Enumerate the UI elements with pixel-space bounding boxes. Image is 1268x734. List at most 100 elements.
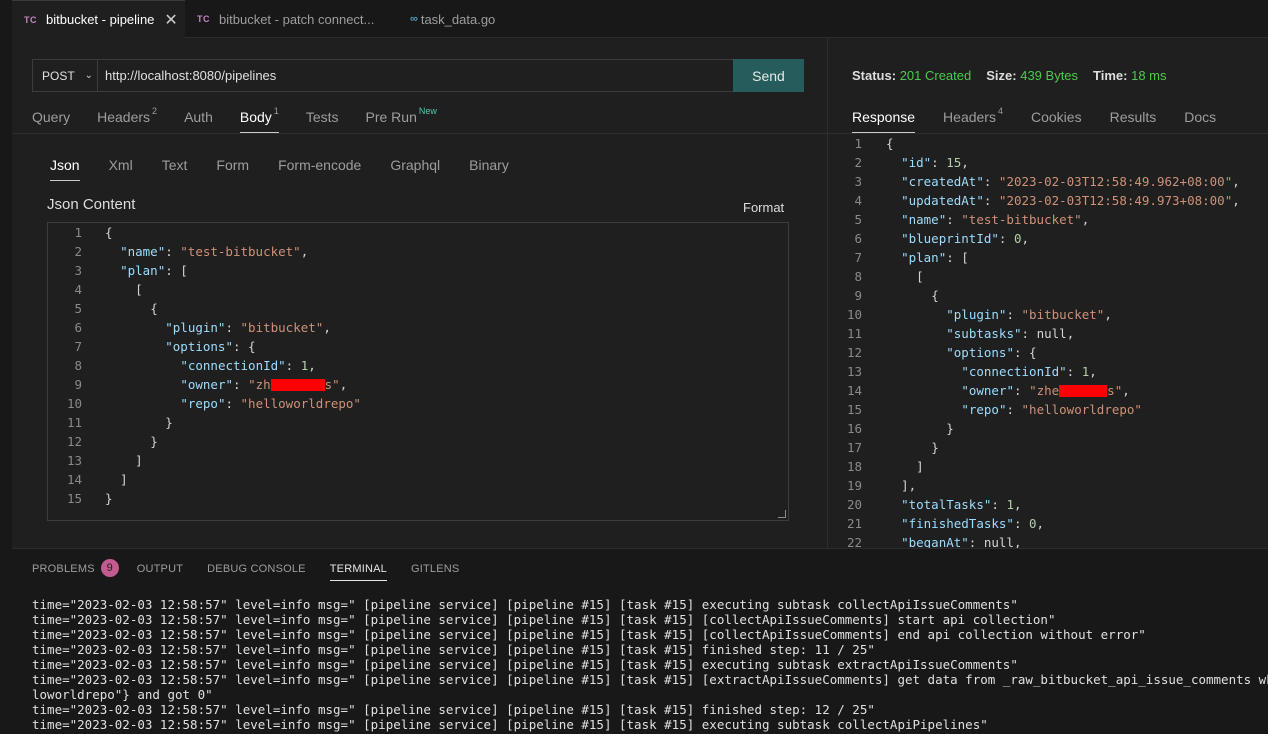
code-line: 18 ] <box>846 459 924 474</box>
code-line: 13 "connectionId": 1, <box>846 364 1097 379</box>
json-content-label: Json Content <box>47 196 136 213</box>
code-line: 13 ] <box>66 453 143 468</box>
tab-label: Headers <box>97 109 151 125</box>
body-tab-text[interactable]: Text <box>162 157 188 181</box>
panel-tabs: PROBLEMS 9 OUTPUT DEBUG CONSOLE TERMINAL … <box>32 559 483 584</box>
tab-query[interactable]: Query <box>32 109 70 133</box>
url-bar: POST ⌄ Send <box>32 59 804 92</box>
tab-task-data-go[interactable]: ∞ task_data.go <box>398 0 528 38</box>
response-tabs: Response Headers 4 Cookies Results Docs <box>852 106 1244 133</box>
close-icon[interactable]: ✕ <box>164 10 177 30</box>
size-group: Size: 439 Bytes <box>986 68 1078 83</box>
terminal-line: time="2023-02-03 12:58:57" level=info ms… <box>32 717 988 732</box>
redaction-mark <box>270 378 325 391</box>
tab-label: Body <box>239 109 272 125</box>
body-tab-form-encode[interactable]: Form-encode <box>278 157 361 181</box>
new-badge: New <box>418 106 437 116</box>
code-line: 6 "plugin": "bitbucket", <box>74 320 331 335</box>
json-body-editor[interactable]: 1{2 "name": "test-bitbucket", 3 "plan": [… <box>47 222 789 521</box>
tab-count: 1 <box>273 106 279 116</box>
format-button[interactable]: Format <box>743 200 784 215</box>
code-line: 10 "plugin": "bitbucket", <box>846 307 1112 322</box>
tab-body[interactable]: Body 1 <box>239 106 279 133</box>
code-line: 8 "connectionId": 1, <box>74 358 316 373</box>
tab-bitbucket-patch-connection[interactable]: TC bitbucket - patch connect... <box>185 0 390 38</box>
code-line: 1{ <box>74 225 113 240</box>
body-tab-form[interactable]: Form <box>216 157 249 181</box>
tab-label: Response <box>852 109 916 125</box>
thunder-client-icon: TC <box>24 14 37 25</box>
tab-response-headers[interactable]: Headers 4 <box>943 106 1003 133</box>
request-tabs: Query Headers 2 Auth Body 1 Tests Pre Run N… <box>32 106 464 133</box>
tab-label: Pre Run <box>365 109 417 125</box>
body-tab-binary[interactable]: Binary <box>469 157 509 181</box>
terminal-line: time="2023-02-03 12:58:57" level=info ms… <box>32 642 875 657</box>
code-line: 10 "repo": "helloworldrepo" <box>66 396 361 411</box>
size-value: 439 Bytes <box>1020 68 1079 83</box>
request-pane: POST ⌄ Send Query Headers2 Auth Body1 Te… <box>12 38 827 548</box>
method-select[interactable]: POST ⌄ <box>33 60 98 91</box>
code-line: 20 "totalTasks": 1, <box>846 497 1022 512</box>
tab-label: Cookies <box>1030 109 1082 125</box>
code-line: 11 } <box>66 415 173 430</box>
panel-tab-terminal[interactable]: TERMINAL <box>329 563 388 581</box>
status-label: Status: <box>852 68 897 83</box>
tab-count: 2 <box>152 106 158 116</box>
code-line: 5 { <box>74 301 158 316</box>
body-type-tabs: Json Xml Text Form Form-encode Graphql B… <box>50 157 538 181</box>
tab-bitbucket-pipeline[interactable]: TC bitbucket - pipeline ✕ <box>12 0 185 38</box>
activity-strip <box>0 0 12 734</box>
code-line: 19 ], <box>846 478 917 493</box>
body-tab-json[interactable]: Json <box>50 157 80 181</box>
divider <box>12 133 827 134</box>
resize-handle[interactable] <box>778 510 786 518</box>
code-line: 22 "beganAt": null, <box>846 535 1022 548</box>
send-button[interactable]: Send <box>733 59 804 92</box>
code-line: 9 "owner": "zh s", <box>74 377 348 392</box>
time-label: Time: <box>1093 68 1128 83</box>
code-line: 16 } <box>846 421 954 436</box>
tab-tests[interactable]: Tests <box>306 109 339 133</box>
terminal-line: time="2023-02-03 12:58:57" level=info ms… <box>32 657 1018 672</box>
code-line: 15} <box>66 491 113 506</box>
terminal-output[interactable]: time="2023-02-03 12:58:57" level=info ms… <box>32 597 1268 732</box>
response-status-bar: Status: 201 Created Size: 439 Bytes Time… <box>852 68 1182 83</box>
tab-cookies[interactable]: Cookies <box>1031 109 1082 133</box>
code-line: 12 } <box>66 434 158 449</box>
tab-pre-run[interactable]: Pre Run New <box>365 106 437 133</box>
body-tab-xml[interactable]: Xml <box>109 157 133 181</box>
code-line: 5 "name": "test-bitbucket", <box>854 212 1090 227</box>
code-line: 1{ <box>854 136 894 151</box>
time-value: 18 ms <box>1131 68 1167 83</box>
terminal-line: time="2023-02-03 12:58:57" level=info ms… <box>32 597 1018 612</box>
code-line: 7 "plan": [ <box>854 250 969 265</box>
code-line: 14 "owner": "zhe s", <box>846 383 1130 398</box>
panel-tab-output[interactable]: OUTPUT <box>137 563 183 581</box>
terminal-line: time="2023-02-03 12:58:57" level=info ms… <box>32 627 1146 642</box>
panel-tab-debug-console[interactable]: DEBUG CONSOLE <box>207 563 306 581</box>
panel-tab-problems[interactable]: PROBLEMS 9 <box>32 559 119 584</box>
tab-response[interactable]: Response <box>852 109 916 133</box>
tab-label: Auth <box>184 109 213 125</box>
method-value: POST <box>42 68 75 83</box>
tab-docs[interactable]: Docs <box>1184 109 1216 133</box>
tab-label: bitbucket - patch connect... <box>219 11 375 27</box>
problems-count-badge: 9 <box>100 559 119 577</box>
tab-headers[interactable]: Headers 2 <box>97 106 158 133</box>
code-line: 4 [ <box>74 282 143 297</box>
chevron-down-icon: ⌄ <box>84 70 94 81</box>
body-tab-graphql[interactable]: Graphql <box>390 157 440 181</box>
tab-auth[interactable]: Auth <box>184 109 213 133</box>
tab-count: 4 <box>997 106 1003 116</box>
code-lines: 1{2 "name": "test-bitbucket", 3 "plan": [… <box>48 223 788 508</box>
thunder-client-icon: TC <box>197 14 210 24</box>
tab-results[interactable]: Results <box>1110 109 1157 133</box>
response-body[interactable]: 1{2 "id": 15, 3 "createdAt": "2023-02-03T… <box>828 134 1268 548</box>
panel-tab-gitlens[interactable]: GITLENS <box>411 563 459 581</box>
code-line: 12 "options": { <box>846 345 1037 360</box>
tab-label: bitbucket - pipeline <box>46 12 155 27</box>
url-input[interactable] <box>98 60 733 91</box>
code-line: 7 "options": { <box>74 339 256 354</box>
tab-label: PROBLEMS <box>32 562 95 575</box>
size-label: Size: <box>986 68 1017 83</box>
